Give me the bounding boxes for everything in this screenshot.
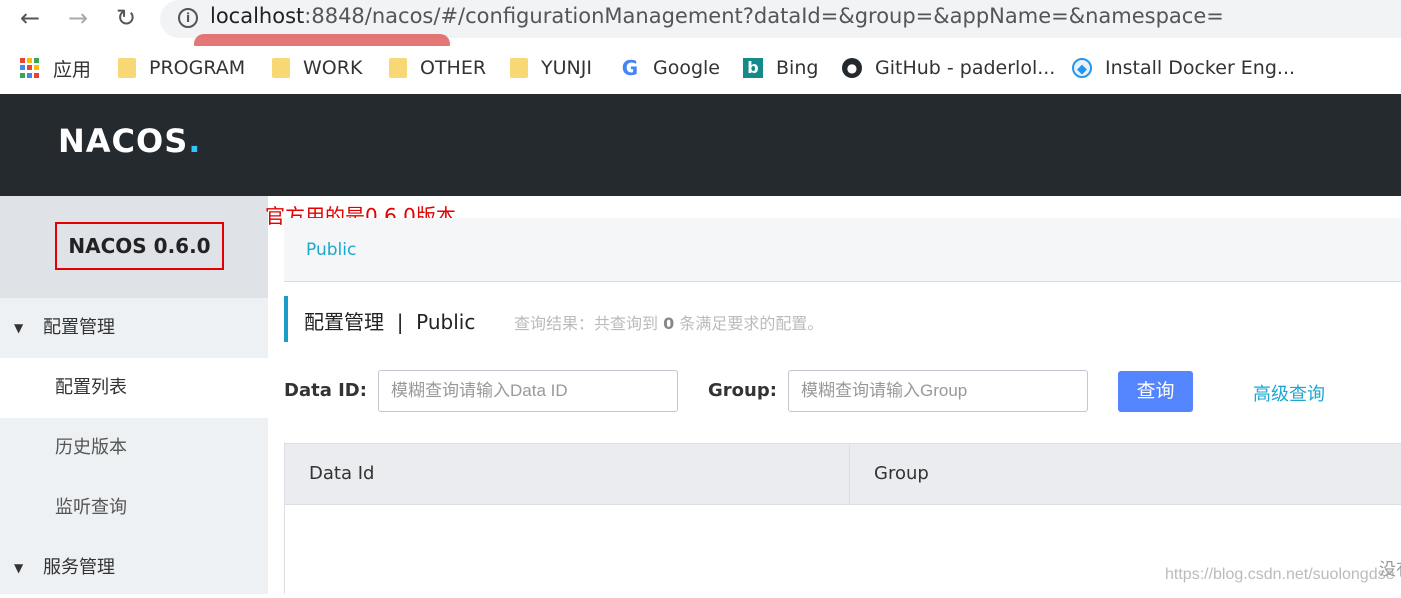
table-header: Data Id Group xyxy=(285,443,1401,505)
bookmark-label: 应用 xyxy=(53,58,92,81)
hint-prefix: 查询结果：共查询到 xyxy=(514,314,659,333)
bookmarks-bar: 应用 PROGRAM WORK OTHER YUNJI G Google b B… xyxy=(0,46,1401,90)
bookmark-apps[interactable]: 应用 xyxy=(20,55,91,81)
sidebar-group-label: 服务管理 xyxy=(43,557,115,578)
folder-icon xyxy=(510,58,528,78)
column-header-group[interactable]: Group xyxy=(850,444,1401,504)
site-info-icon[interactable]: i xyxy=(178,8,198,28)
forward-arrow-icon[interactable]: → xyxy=(64,4,92,32)
query-button[interactable]: 查询 xyxy=(1118,371,1193,412)
logo-dot: . xyxy=(188,122,202,160)
watermark: https://blog.csdn.net/suolongdse xyxy=(1165,566,1395,583)
hint-suffix: 条满足要求的配置。 xyxy=(679,314,824,333)
bookmark-other[interactable]: OTHER xyxy=(389,55,486,81)
namespace-bar: Public xyxy=(284,218,1401,282)
docker-icon: ◆ xyxy=(1072,58,1092,78)
bookmark-work[interactable]: WORK xyxy=(272,55,362,81)
folder-icon xyxy=(272,58,290,78)
bookmark-label: GitHub - paderlol... xyxy=(875,57,1056,79)
bookmark-label: OTHER xyxy=(420,57,487,79)
sidebar-item-config-list[interactable]: 配置列表 xyxy=(0,358,268,418)
bookmark-github[interactable]: ● GitHub - paderlol... xyxy=(842,55,1055,81)
logo-text: NACOS xyxy=(58,122,189,160)
bookmark-google[interactable]: G Google xyxy=(620,55,720,81)
url-host: localhost xyxy=(210,4,305,28)
sidebar-group-label: 配置管理 xyxy=(43,317,115,338)
sidebar-item-listener-query[interactable]: 监听查询 xyxy=(0,478,268,538)
bookmark-docker[interactable]: ◆ Install Docker Eng... xyxy=(1072,55,1295,81)
google-icon: G xyxy=(621,56,639,80)
bookmark-label: Bing xyxy=(776,57,819,79)
sidebar-group-service[interactable]: ▼ 服务管理 xyxy=(0,538,268,598)
bookmark-label: Install Docker Eng... xyxy=(1105,57,1296,79)
bookmark-label: YUNJI xyxy=(541,57,592,79)
bookmark-program[interactable]: PROGRAM xyxy=(118,55,245,81)
bookmark-label: PROGRAM xyxy=(149,57,246,79)
bookmark-bing[interactable]: b Bing xyxy=(743,55,818,81)
query-result-hint: 查询结果：共查询到 0 条满足要求的配置。 xyxy=(514,310,823,334)
apps-grid-icon xyxy=(20,58,40,78)
triangle-down-icon: ▼ xyxy=(14,561,24,575)
bookmark-label: WORK xyxy=(303,57,363,79)
nacos-logo[interactable]: NACOS. xyxy=(58,122,201,160)
url-path: :8848/nacos/#/configurationManagement?da… xyxy=(304,4,1224,28)
group-label: Group: xyxy=(708,380,777,401)
group-input[interactable] xyxy=(788,370,1088,412)
bookmark-yunji[interactable]: YUNJI xyxy=(510,55,592,81)
github-icon: ● xyxy=(842,58,862,78)
namespace-public-link[interactable]: Public xyxy=(306,240,356,260)
folder-icon xyxy=(118,58,136,78)
url-text[interactable]: localhost:8848/nacos/#/configurationMana… xyxy=(210,4,1224,28)
hint-count: 0 xyxy=(663,314,675,333)
folder-icon xyxy=(389,58,407,78)
bing-icon: b xyxy=(743,58,763,78)
bookmark-label: Google xyxy=(653,57,721,79)
sidebar-item-history[interactable]: 历史版本 xyxy=(0,418,268,478)
sidebar-group-config[interactable]: ▼ 配置管理 xyxy=(0,298,268,358)
version-label: NACOS 0.6.0 xyxy=(55,222,224,270)
reload-icon[interactable]: ↻ xyxy=(112,4,140,32)
version-panel: NACOS 0.6.0 xyxy=(0,196,268,298)
column-header-data-id[interactable]: Data Id xyxy=(285,444,850,504)
back-arrow-icon[interactable]: ← xyxy=(16,4,44,32)
page-title: 配置管理 | Public xyxy=(304,310,476,334)
triangle-down-icon: ▼ xyxy=(14,321,24,335)
data-id-label: Data ID: xyxy=(284,380,367,401)
sidebar: NACOS 0.6.0 ▼ 配置管理 配置列表 历史版本 监听查询 ▼ 服务管理 xyxy=(0,196,268,594)
advanced-query-link[interactable]: 高级查询 xyxy=(1253,380,1325,406)
app-header: NACOS. xyxy=(0,94,1401,196)
data-id-input[interactable] xyxy=(378,370,678,412)
page-header: 配置管理 | Public 查询结果：共查询到 0 条满足要求的配置。 xyxy=(284,296,823,342)
